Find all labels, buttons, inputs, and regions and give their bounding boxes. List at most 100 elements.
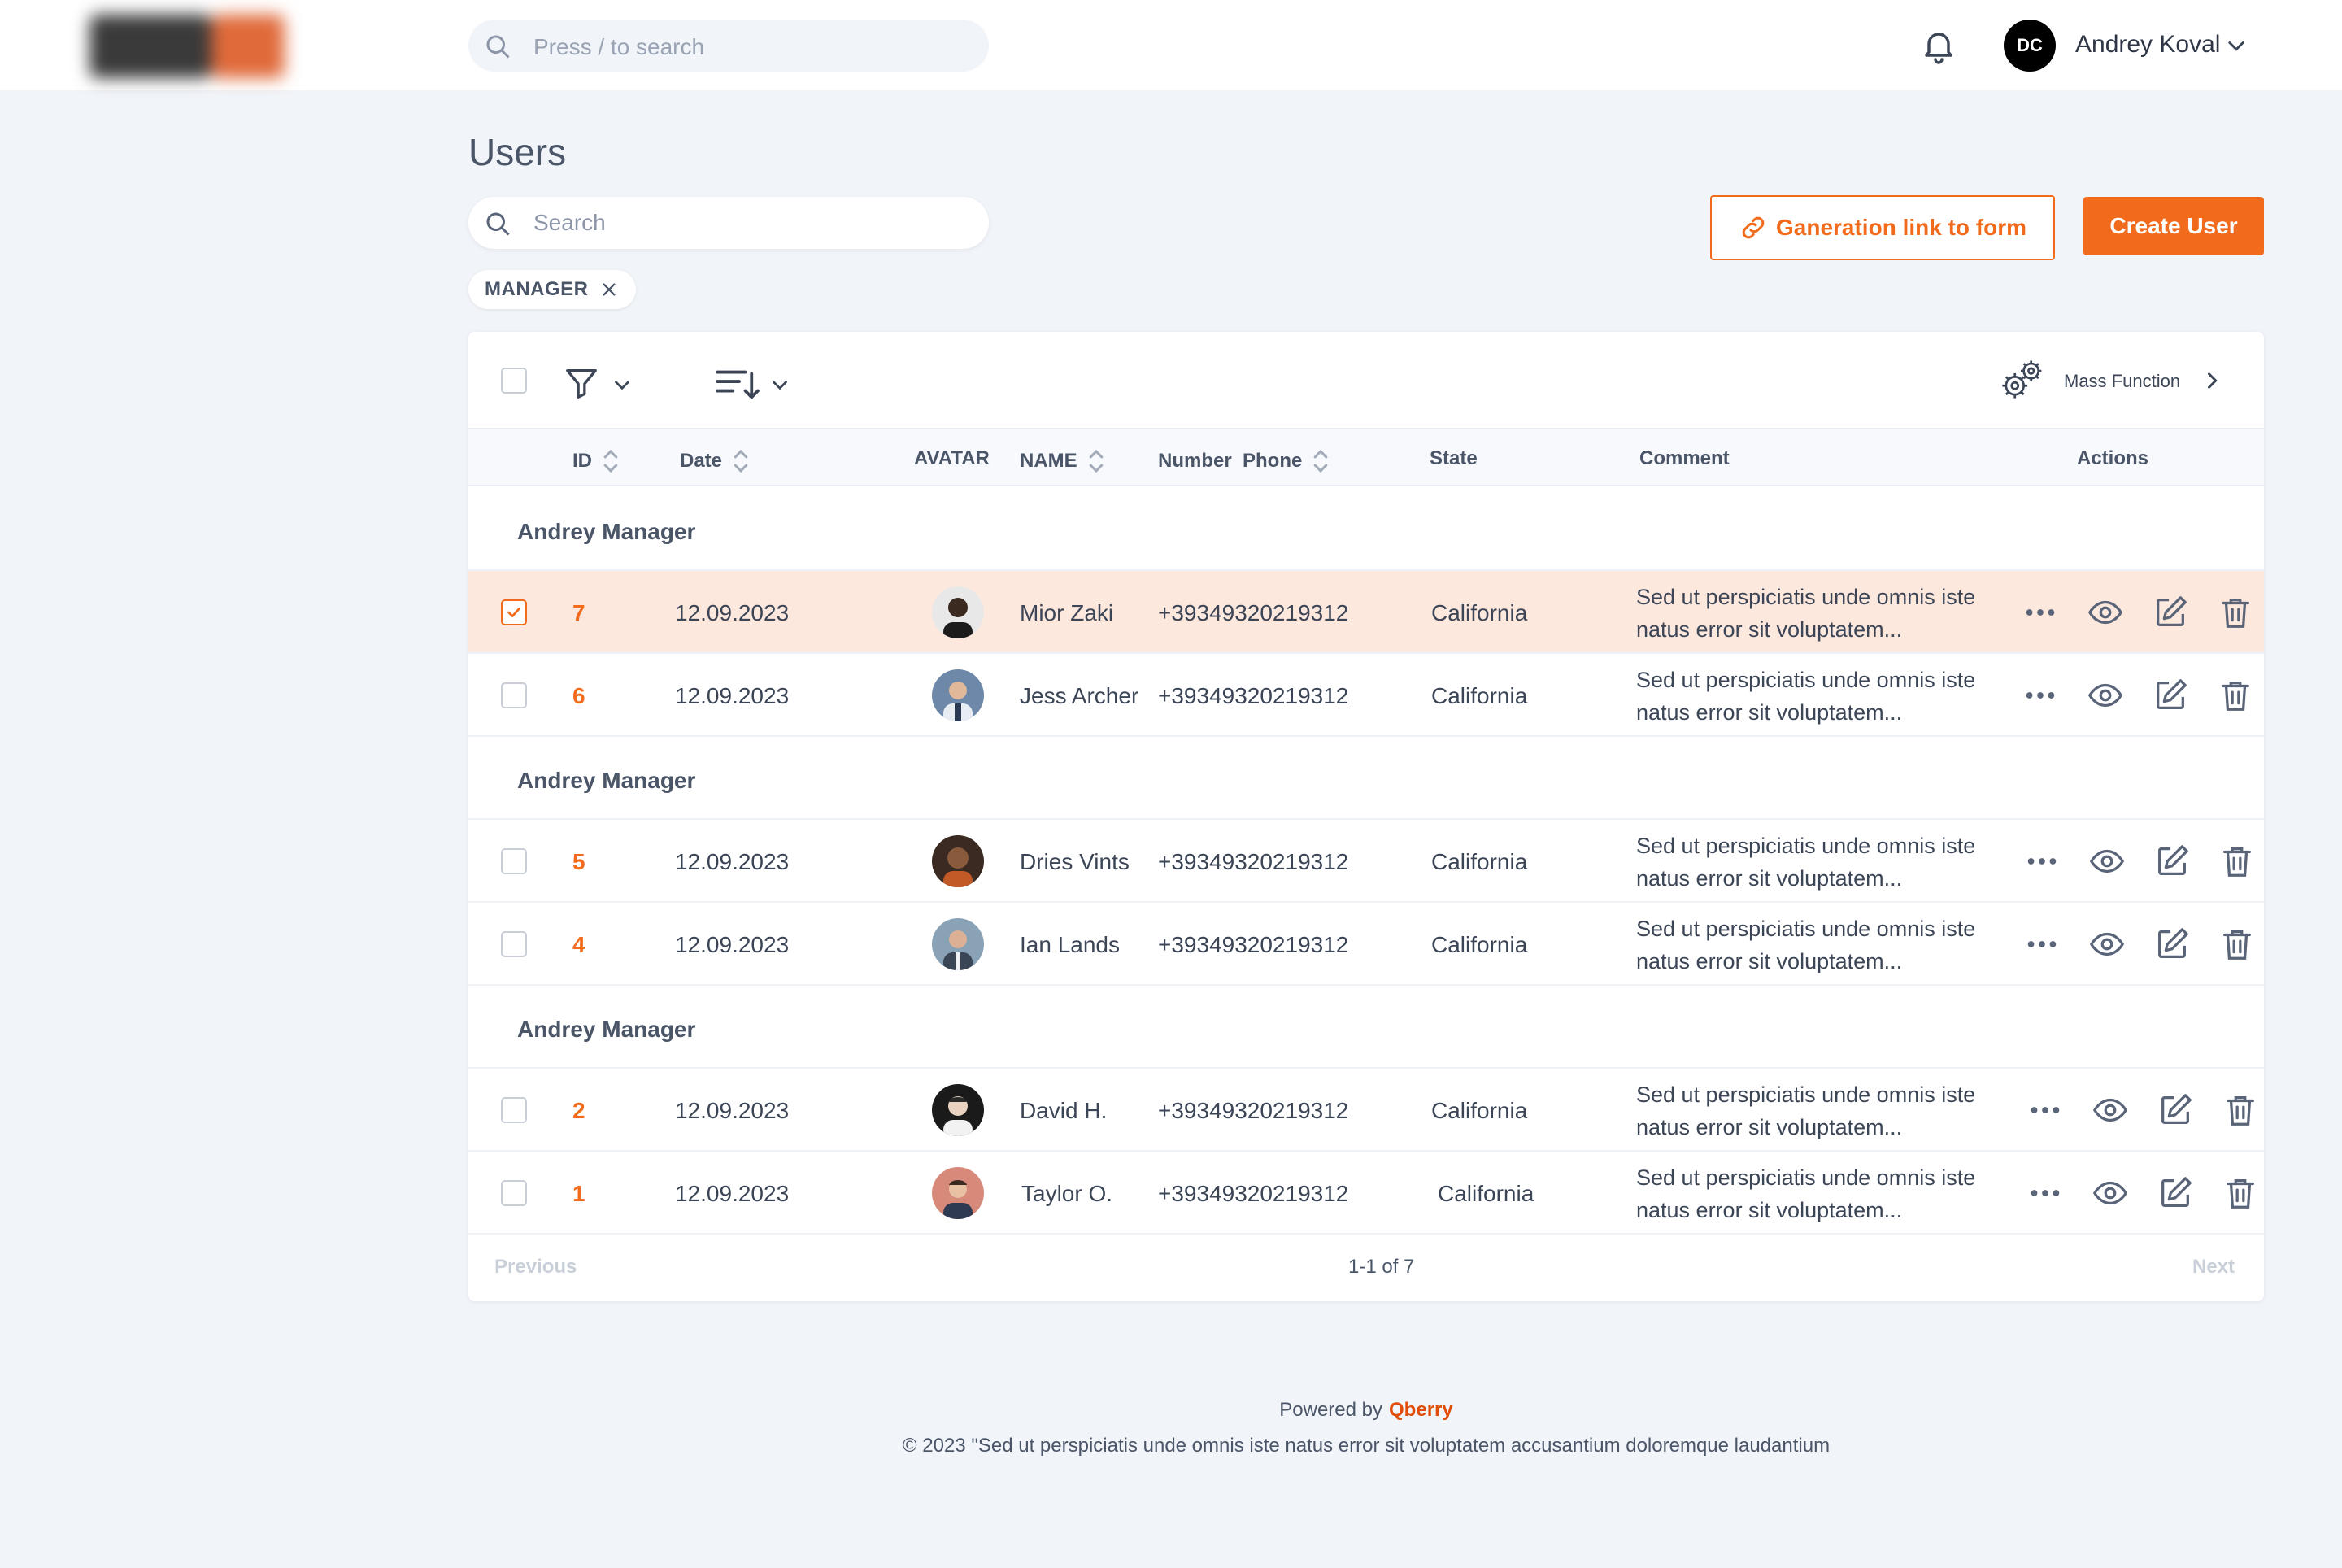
- row-id[interactable]: 5: [572, 849, 586, 875]
- eye-icon[interactable]: [2088, 843, 2126, 880]
- table-row[interactable]: 5 12.09.2023 Dries Vints +39349320219312…: [468, 820, 2264, 903]
- sort-arrows-icon[interactable]: [1312, 447, 1330, 475]
- generate-link-button[interactable]: Ganeration link to form: [1710, 195, 2055, 260]
- eye-icon[interactable]: [2088, 926, 2126, 963]
- row-comment: Sed ut perspiciatis unde omnis iste natu…: [1636, 1165, 1976, 1222]
- users-search-input[interactable]: [533, 207, 973, 239]
- edit-icon[interactable]: [2152, 677, 2189, 714]
- row-date: 12.09.2023: [675, 1098, 790, 1123]
- row-checkbox[interactable]: [501, 931, 527, 957]
- sort-arrows-icon[interactable]: [602, 447, 620, 475]
- row-state: California: [1438, 1181, 1534, 1206]
- sort-arrows-icon[interactable]: [732, 447, 750, 475]
- trash-icon[interactable]: [2222, 1091, 2259, 1129]
- row-name: Ian Lands: [1020, 932, 1120, 957]
- check-icon: [507, 608, 520, 617]
- row-id[interactable]: 6: [572, 683, 586, 709]
- avatar: [932, 918, 984, 970]
- row-date: 12.09.2023: [675, 600, 790, 625]
- row-name: Dries Vints: [1020, 849, 1130, 874]
- table-row[interactable]: 7 12.09.2023 Mior Zaki +39349320219312 C…: [468, 571, 2264, 654]
- eye-icon[interactable]: [2092, 1174, 2129, 1212]
- row-phone: +39349320219312: [1158, 932, 1349, 957]
- column-actions: Actions: [2077, 447, 2148, 470]
- trash-icon[interactable]: [2217, 677, 2254, 714]
- filter-chip-manager[interactable]: MANAGER: [468, 270, 636, 309]
- eye-icon[interactable]: [2092, 1091, 2129, 1129]
- create-user-label: Create User: [2109, 213, 2238, 238]
- more-icon[interactable]: [2026, 1091, 2064, 1129]
- row-checkbox[interactable]: [501, 1097, 527, 1123]
- more-icon[interactable]: [2026, 1174, 2064, 1212]
- row-checkbox[interactable]: [501, 599, 527, 625]
- close-icon[interactable]: [600, 281, 618, 298]
- users-search[interactable]: [468, 197, 989, 249]
- chevron-down-icon[interactable]: [769, 374, 790, 395]
- trash-icon[interactable]: [2218, 926, 2256, 963]
- powered-by: Powered by Qberry: [0, 1399, 2342, 1422]
- edit-icon[interactable]: [2153, 843, 2191, 880]
- column-id[interactable]: ID: [572, 447, 620, 475]
- pagination-previous[interactable]: Previous: [494, 1256, 577, 1278]
- table-row[interactable]: 6 12.09.2023 Jess Archer +39349320219312…: [468, 654, 2264, 737]
- create-user-button[interactable]: Create User: [2083, 197, 2264, 255]
- filter-chip-label: MANAGER: [485, 278, 589, 300]
- chevron-down-icon[interactable]: [612, 374, 633, 395]
- group-header: Andrey Manager: [468, 986, 2264, 1069]
- more-icon[interactable]: [2022, 677, 2059, 714]
- edit-icon[interactable]: [2152, 594, 2189, 631]
- bell-icon[interactable]: [1919, 26, 1958, 65]
- row-id[interactable]: 7: [572, 600, 586, 626]
- column-name[interactable]: NAME: [1020, 447, 1105, 475]
- gears-icon[interactable]: [1997, 356, 2044, 403]
- table-row[interactable]: 1 12.09.2023 Taylor O. +39349320219312 C…: [468, 1152, 2264, 1235]
- brand-logo[interactable]: [89, 15, 285, 78]
- mass-function-label[interactable]: Mass Function: [2064, 371, 2180, 392]
- row-phone: +39349320219312: [1158, 849, 1349, 874]
- chevron-right-icon[interactable]: [2201, 369, 2223, 392]
- more-icon[interactable]: [2023, 843, 2061, 880]
- trash-icon[interactable]: [2217, 594, 2254, 631]
- column-date[interactable]: Date: [680, 447, 750, 475]
- trash-icon[interactable]: [2218, 843, 2256, 880]
- sort-arrows-icon[interactable]: [1087, 447, 1105, 475]
- group-label: Andrey Manager: [517, 768, 696, 793]
- column-phone[interactable]: Number Phone: [1158, 447, 1330, 475]
- user-avatar[interactable]: DC: [2004, 20, 2056, 72]
- powered-by-label: Powered by: [1279, 1399, 1383, 1421]
- filter-icon[interactable]: [563, 364, 600, 402]
- edit-icon[interactable]: [2157, 1091, 2194, 1129]
- row-id[interactable]: 2: [572, 1098, 586, 1124]
- user-name[interactable]: Andrey Koval: [2075, 31, 2220, 59]
- row-date: 12.09.2023: [675, 932, 790, 957]
- eye-icon[interactable]: [2087, 677, 2124, 714]
- row-checkbox[interactable]: [501, 1180, 527, 1206]
- table-row[interactable]: 4 12.09.2023 Ian Lands +39349320219312 C…: [468, 903, 2264, 986]
- edit-icon[interactable]: [2153, 926, 2191, 963]
- users-table-card: Mass Function ID Date AVATAR NAME Number…: [468, 332, 2264, 1301]
- table-row[interactable]: 2 12.09.2023 David H. +39349320219312 Ca…: [468, 1069, 2264, 1152]
- top-bar: Press / to search DC Andrey Koval: [0, 0, 2342, 90]
- row-id[interactable]: 4: [572, 932, 586, 958]
- select-all-checkbox[interactable]: [501, 368, 527, 394]
- eye-icon[interactable]: [2087, 594, 2124, 631]
- row-checkbox[interactable]: [501, 682, 527, 708]
- trash-icon[interactable]: [2222, 1174, 2259, 1212]
- global-search[interactable]: Press / to search: [468, 20, 989, 72]
- row-id[interactable]: 1: [572, 1181, 586, 1207]
- column-state-label: State: [1430, 447, 1478, 469]
- sort-icon[interactable]: [714, 364, 761, 402]
- copyright-text: © 2023 "Sed ut perspiciatis unde omnis i…: [902, 1435, 1831, 1457]
- brand-link[interactable]: Qberry: [1389, 1399, 1453, 1421]
- row-date: 12.09.2023: [675, 1181, 790, 1206]
- row-name: David H.: [1020, 1098, 1108, 1123]
- pagination-next[interactable]: Next: [2192, 1256, 2235, 1278]
- more-icon[interactable]: [2022, 594, 2059, 631]
- row-checkbox[interactable]: [501, 848, 527, 874]
- row-name: Taylor O.: [1021, 1181, 1113, 1206]
- search-icon: [486, 212, 510, 236]
- chevron-down-icon[interactable]: [2225, 34, 2248, 57]
- edit-icon[interactable]: [2157, 1174, 2194, 1212]
- search-icon: [486, 35, 510, 59]
- more-icon[interactable]: [2023, 926, 2061, 963]
